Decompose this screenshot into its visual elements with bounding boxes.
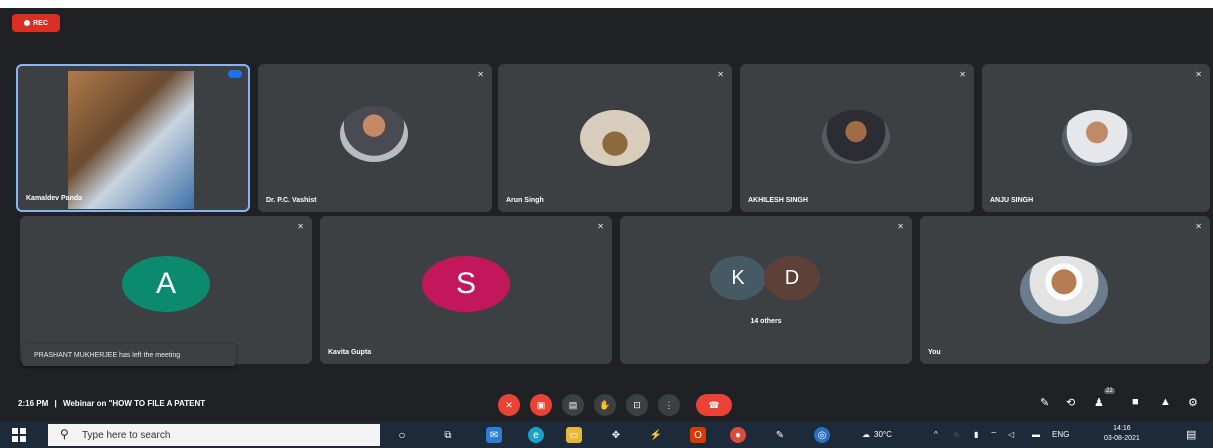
captions-icon[interactable]: ▤ [562, 394, 584, 416]
participant-tile-kavita[interactable]: ✕ S Kavita Gupta [320, 216, 612, 364]
meeting-title: Webinar on "HOW TO FILE A PATENT [62, 399, 206, 408]
participant-name: You [928, 349, 941, 356]
self-avatar-photo [1020, 256, 1108, 324]
participant-tile-you[interactable]: ✕ You [920, 216, 1210, 364]
participant-name: Dr. P.C. Vashist [266, 197, 317, 204]
mic-muted-icon: ✕ [959, 70, 966, 79]
keyboard-icon[interactable]: ▬ [1032, 430, 1040, 439]
tray-battery-icon[interactable]: ▮ [974, 430, 978, 439]
taskbar-search-input[interactable]: ⚲ Type here to search [48, 424, 380, 446]
app-circle-icon[interactable]: ◎ [814, 427, 830, 443]
participant-tile-a[interactable]: ✕ A [20, 216, 312, 364]
weather-icon: ☁ [862, 430, 870, 439]
participant-name: ANJU SINGH [990, 197, 1034, 204]
activities-icon[interactable]: ▲ [1160, 396, 1171, 408]
notifications-icon[interactable]: ▤ [1186, 428, 1196, 441]
language-indicator[interactable]: ENG [1052, 430, 1069, 439]
participant-initial-avatar: A [122, 256, 210, 312]
task-view-icon[interactable]: ⧉ [440, 427, 456, 443]
dropbox-icon[interactable]: ✥ [608, 427, 624, 443]
mic-muted-icon: ✕ [1195, 70, 1202, 79]
participant-avatar-photo [822, 110, 890, 164]
taskbar-clock[interactable]: 14:16 03-08-2021 [1104, 424, 1140, 444]
record-dot-icon [24, 20, 31, 26]
mic-off-icon[interactable]: ✕ [498, 394, 520, 416]
participant-avatar-photo [340, 106, 408, 162]
participant-initial-avatar: S [422, 256, 510, 312]
clock-time: 14:16 [1113, 425, 1131, 432]
notification-toast: PRASHANT MUKHERJEE has left the meeting [22, 344, 236, 366]
speaking-indicator-icon [228, 70, 242, 78]
search-icon: ⚲ [60, 427, 69, 441]
info-icon[interactable]: ✎ [1040, 396, 1049, 409]
search-placeholder: Type here to search [82, 429, 171, 441]
participant-name: Kamaldev Panda [26, 195, 83, 202]
meeting-info: 2:16 PM | Webinar on "HOW TO FILE A PATE… [18, 399, 205, 408]
wifi-icon[interactable]: ⌔ [990, 430, 998, 440]
meeting-separator: | [54, 399, 57, 408]
file-explorer-icon[interactable]: ▭ [566, 427, 582, 443]
meeting-time: 2:16 PM [18, 399, 49, 408]
paint-icon[interactable]: ✎ [772, 427, 788, 443]
chat-icon[interactable]: ⟲ [1066, 396, 1075, 409]
edge-icon[interactable]: e [528, 427, 544, 443]
more-options-icon[interactable]: ⋮ [658, 394, 680, 416]
windows-start-icon[interactable] [12, 428, 26, 442]
windows-taskbar: ⚲ Type here to search ○ ⧉ ✉ e ▭ ✥ ⚡ O ● … [0, 422, 1213, 448]
participant-name: Kavita Gupta [328, 349, 372, 356]
participant-name: Arun Singh [506, 197, 544, 204]
chrome-icon[interactable]: ● [730, 427, 746, 443]
mic-muted-icon: ✕ [1195, 222, 1202, 231]
mic-muted-icon: ✕ [597, 222, 604, 231]
app-icon[interactable]: ⚡ [648, 427, 664, 443]
present-icon[interactable]: ⊡ [626, 394, 648, 416]
mic-muted-icon: ✕ [297, 222, 304, 231]
tray-chevron-icon[interactable]: ^ [934, 430, 938, 439]
mic-muted-icon: ✕ [717, 70, 724, 79]
meet-window: REC Kamaldev Panda ✕ Dr. P.C. Vashist ✕ … [0, 0, 1213, 448]
people-icon[interactable]: ♟ [1094, 396, 1104, 409]
participant-name: AKHILESH SINGH [748, 197, 808, 204]
cortana-icon[interactable]: ○ [394, 427, 410, 443]
others-count-label: 14 others [750, 318, 782, 325]
others-avatar-d: D [764, 256, 820, 300]
participant-tile-arun[interactable]: ✕ Arun Singh [498, 64, 732, 212]
clock-date: 03-08-2021 [1104, 435, 1140, 442]
office-icon[interactable]: O [690, 427, 706, 443]
participant-avatar-photo [1062, 110, 1132, 166]
recording-label: REC [33, 19, 48, 27]
participant-tile-vashist[interactable]: ✕ Dr. P.C. Vashist [258, 64, 492, 212]
window-top-edge [0, 0, 1213, 8]
people-count-badge: 22 [1104, 388, 1115, 394]
tray-app-icon[interactable]: ◌ [954, 430, 959, 439]
others-avatar-k: K [710, 256, 766, 300]
participant-tile-anju[interactable]: ✕ ANJU SINGH [982, 64, 1210, 212]
mic-muted-icon: ✕ [477, 70, 484, 79]
chat-bubble-icon[interactable]: ■ [1132, 396, 1139, 408]
raise-hand-icon[interactable]: ✋ [594, 394, 616, 416]
meeting-control-bar: 2:16 PM | Webinar on "HOW TO FILE A PATE… [0, 386, 1213, 422]
mic-muted-icon: ✕ [897, 222, 904, 231]
host-controls-icon[interactable]: ⚙ [1188, 396, 1198, 409]
weather-temp: 30°C [874, 430, 892, 439]
participant-video [68, 71, 194, 209]
volume-icon[interactable]: ◁ [1008, 430, 1014, 439]
participant-tile-akhilesh[interactable]: ✕ AKHILESH SINGH [740, 64, 974, 212]
end-call-icon[interactable]: ☎ [696, 394, 732, 416]
participant-tile-others[interactable]: ✕ K D 14 others [620, 216, 912, 364]
mail-icon[interactable]: ✉ [486, 427, 502, 443]
recording-badge: REC [12, 14, 60, 32]
camera-off-icon[interactable]: ▣ [530, 394, 552, 416]
participant-avatar-photo [580, 110, 650, 166]
participant-tile-kamaldev[interactable]: Kamaldev Panda [16, 64, 250, 212]
